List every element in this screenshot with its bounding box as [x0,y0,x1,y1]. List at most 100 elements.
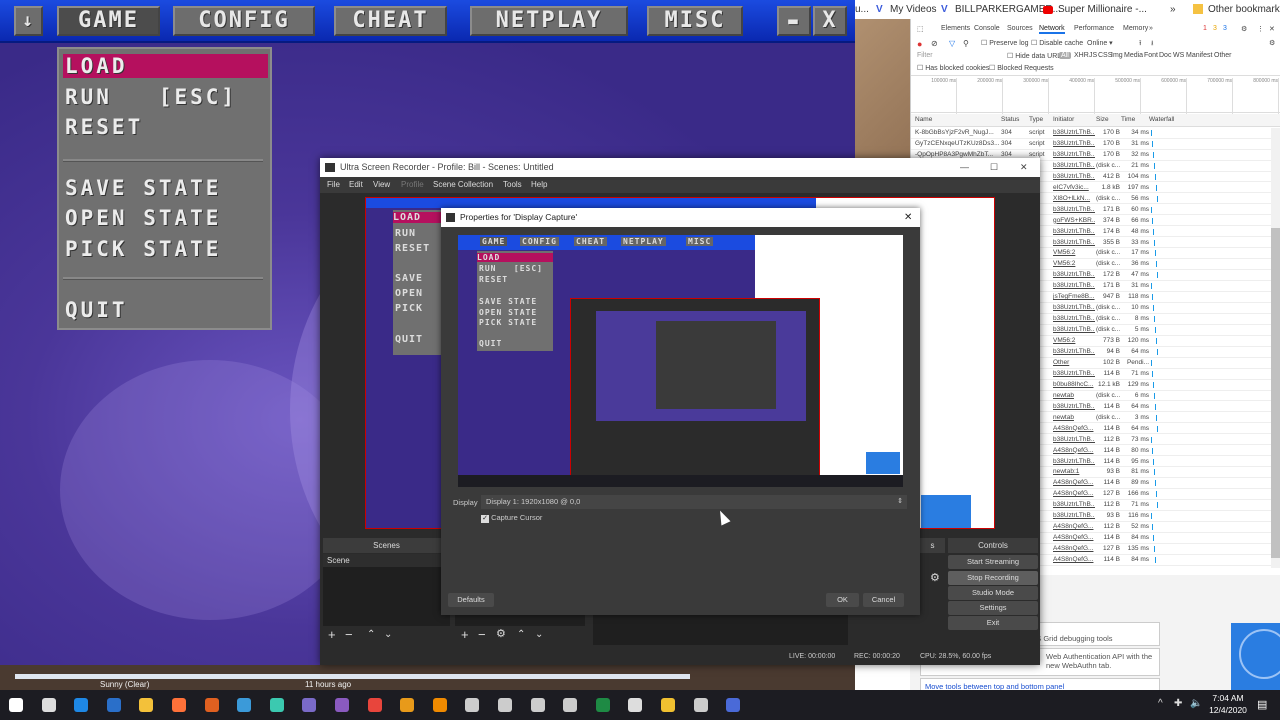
cancel-button[interactable]: Cancel [863,593,904,607]
tab-misc[interactable]: MISC [647,6,743,36]
retroarch-icon[interactable] [530,698,545,712]
filter-other[interactable]: Other [1214,52,1232,59]
cell-initiator[interactable]: b38UztrLThB... [1053,238,1095,248]
close-icon[interactable]: ✕ [1269,25,1275,33]
menu-item-save-state[interactable]: SAVE STATE [63,176,268,200]
menu-file[interactable]: File [327,177,340,193]
cell-initiator[interactable]: b38UztrLThB... [1053,270,1095,280]
preserve-log-checkbox[interactable]: ☐ Preserve log [981,39,1029,47]
move-up-icon[interactable]: ⌃ [367,628,375,641]
disable-cache-checkbox[interactable]: ☐ Disable cache [1031,39,1083,47]
settings-button[interactable]: Settings [948,601,1038,615]
cell-initiator[interactable]: b38UztrLThB... [1053,139,1095,149]
add-source-icon[interactable]: + [461,628,469,641]
cell-initiator[interactable]: b38UztrLThB... [1053,402,1095,412]
cell-initiator[interactable]: A4S8nQefG... [1053,446,1095,456]
cell-initiator[interactable]: XI8O+lLkN... [1053,194,1095,204]
cell-initiator[interactable]: eIC7vfv3ic... [1053,183,1095,193]
task-view-icon[interactable] [41,698,56,712]
store-icon[interactable] [661,698,675,712]
cell-initiator[interactable]: b38UztrLThB... [1053,457,1095,467]
menu-scene-collection[interactable]: Scene Collection [433,177,493,193]
cell-initiator[interactable]: b38UztrLThB... [1053,281,1095,291]
cell-initiator[interactable]: b38UztrLThB... [1053,325,1095,335]
filter-icon[interactable]: ▽ [949,39,955,48]
exit-button[interactable]: Exit [948,616,1038,630]
cell-initiator[interactable]: b38UztrLThB... [1053,303,1095,313]
app-icon[interactable] [269,698,284,712]
checkbox-checked-icon[interactable]: ✓ [481,515,489,523]
network-row[interactable]: GyTzCENxqeUTzKUz8Ds3... 304 script b38UztrL… [911,139,1271,150]
firefox-icon[interactable] [172,698,186,712]
app-icon[interactable] [335,698,349,712]
clock-time[interactable]: 7:04 AM [1208,693,1248,703]
edge-icon[interactable] [74,698,89,712]
excel-icon[interactable] [595,698,610,712]
control-panel-icon[interactable] [106,698,121,712]
column-header[interactable]: Time [1121,114,1135,126]
cell-initiator[interactable]: A4S8nQefG... [1053,533,1095,543]
cell-initiator[interactable]: b38UztrLThB... [1053,435,1095,445]
column-header[interactable]: Initiator [1053,114,1074,126]
column-header[interactable]: Type [1029,114,1043,126]
app-icon[interactable] [237,698,252,712]
cell-initiator[interactable]: A4S8nQefG... [1053,544,1095,554]
filter-xhr[interactable]: XHR [1074,52,1089,59]
menu-item-load[interactable]: LOAD [63,54,268,78]
filter-manifest[interactable]: Manifest [1186,52,1212,59]
filter-img[interactable]: Img [1111,52,1123,59]
menu-item-open-state[interactable]: OPEN STATE [63,206,268,230]
filter-media[interactable]: Media [1124,52,1143,59]
cell-initiator[interactable]: b38UztrLThB... [1053,314,1095,324]
remove-source-icon[interactable]: − [478,628,486,641]
close-button[interactable]: ✕ [1020,158,1028,177]
bookmark[interactable]: u... [855,4,869,15]
start-icon[interactable] [9,698,23,712]
winamp-icon[interactable] [302,698,317,712]
cell-initiator[interactable]: b38UztrLThB... [1053,172,1095,182]
menu-item-run[interactable]: RUN [ESC] [63,85,268,109]
move-down-icon[interactable]: ⌄ [535,628,543,641]
close-button[interactable]: ✕ [904,208,912,227]
bookmark-other[interactable]: Other bookmarks [1208,4,1280,15]
cell-initiator[interactable]: VM56:2 [1053,248,1095,258]
column-header[interactable]: Name [915,114,932,126]
error-count[interactable]: 1 [1203,25,1207,32]
info-count[interactable]: 3 [1223,25,1227,32]
ok-button[interactable]: OK [826,593,859,607]
minimize-icon[interactable]: ▬ [777,6,811,36]
cell-initiator[interactable]: b38UztrLThB... [1053,500,1095,510]
gear-icon[interactable]: ⚙ [1269,39,1275,47]
video-thumbnail[interactable]: ▶ [1231,623,1280,690]
filter-ws[interactable]: WS [1173,52,1184,59]
record-icon[interactable]: ● [917,39,922,49]
security-tray-icon[interactable]: ✚ [1174,698,1182,709]
warning-count[interactable]: 3 [1213,25,1217,32]
cell-initiator[interactable]: jsTegFme8B... [1053,292,1095,302]
remove-scene-icon[interactable]: − [345,628,353,641]
throttle-select[interactable]: Online ▾ [1087,39,1113,47]
start-streaming-button[interactable]: Start Streaming [948,555,1038,569]
cell-initiator[interactable]: Other [1053,358,1095,368]
cell-initiator[interactable]: newtab:1 [1053,467,1095,477]
scrollbar[interactable] [1271,128,1280,568]
cell-initiator[interactable]: b38UztrLThB... [1053,347,1095,357]
gear-icon[interactable]: ⚙ [1241,25,1247,33]
close-button[interactable]: X [813,6,847,36]
blocked-requests-checkbox[interactable]: ☐ Blocked Requests [989,64,1054,72]
bookmark-super-millionaire[interactable]: Super Millionaire -... [1058,4,1147,15]
cell-initiator[interactable]: b38UztrLThB... [1053,150,1095,160]
bookmark-my-videos[interactable]: My Videos [890,4,937,15]
tab-network[interactable]: Network [1039,25,1065,34]
column-header[interactable]: Waterfall [1149,114,1174,126]
cell-initiator[interactable]: newtab [1053,413,1095,423]
tab-elements[interactable]: Elements [941,25,970,32]
filter-input[interactable]: Filter [917,52,1002,59]
cell-initiator[interactable]: A4S8nQefG... [1053,424,1095,434]
cell-initiator[interactable]: VM56:2 [1053,336,1095,346]
cell-initiator[interactable]: A4S8nQefG... [1053,489,1095,499]
volume-icon[interactable]: 🔈 [1190,698,1202,709]
display-select[interactable]: Display 1: 1920x1080 @ 0,0 ⇕ [481,495,907,509]
has-blocked-cookies-checkbox[interactable]: ☐ Has blocked cookies [917,64,989,72]
vlc-icon[interactable] [432,698,447,712]
